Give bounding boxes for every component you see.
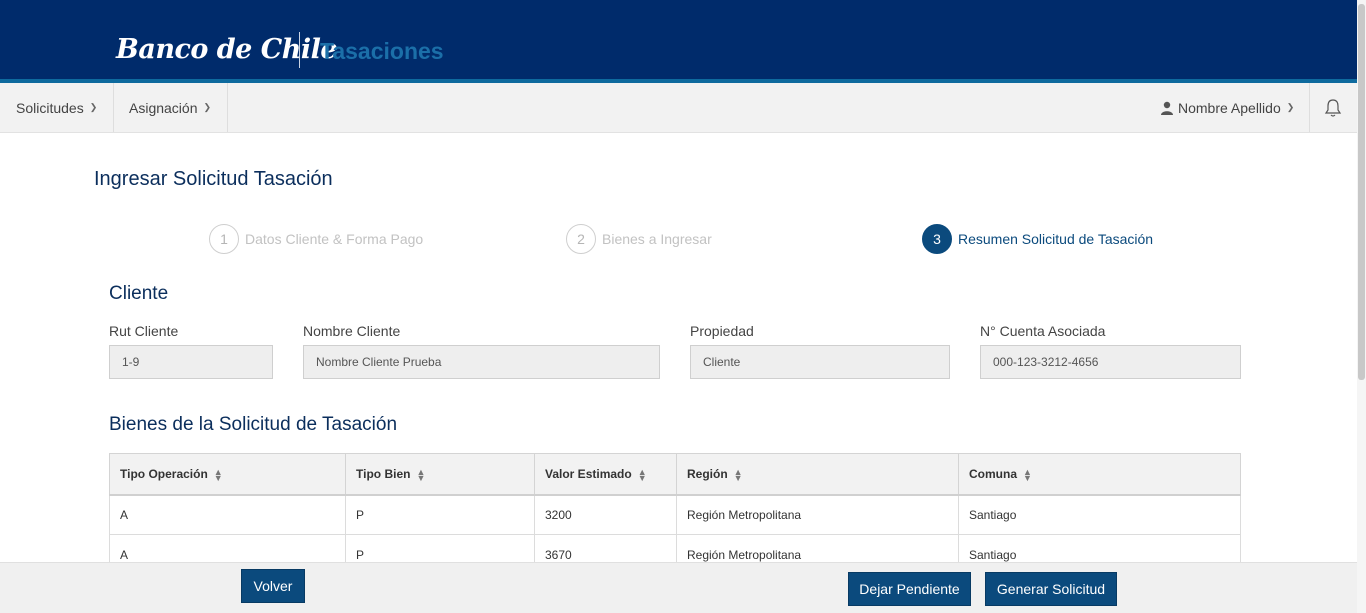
step-2: 2 Bienes a Ingresar: [566, 224, 712, 254]
bienes-table: Tipo Operación ▲ ▼ Tipo Bien ▲ ▼ Valor Estim…: [109, 453, 1241, 575]
user-name: Nombre Apellido: [1178, 99, 1281, 116]
table-header-row: Tipo Operación ▲ ▼ Tipo Bien ▲ ▼ Valor Estim…: [109, 453, 1241, 496]
nombre-cliente-field[interactable]: Nombre Cliente Prueba: [303, 345, 660, 379]
cell-comuna: Santiago: [958, 494, 1241, 535]
step-number: 3: [922, 224, 952, 254]
step-label: Bienes a Ingresar: [602, 231, 712, 247]
page-title: Ingresar Solicitud Tasación: [94, 168, 333, 190]
action-footer: Volver Dejar Pendiente Generar Solicitud: [0, 562, 1357, 613]
top-header: Banco de Chile Tasaciones: [0, 0, 1357, 83]
user-menu[interactable]: Nombre Apellido ❯: [1160, 83, 1294, 132]
step-1: 1 Datos Cliente & Forma Pago: [209, 224, 423, 254]
step-label: Resumen Solicitud de Tasación: [958, 231, 1154, 247]
nav-solicitudes-label: Solicitudes: [16, 99, 84, 116]
rut-cliente-label: Rut Cliente: [109, 323, 179, 339]
step-label: Datos Cliente & Forma Pago: [245, 231, 424, 247]
app-title: Tasaciones: [320, 38, 444, 64]
column-header-region[interactable]: Región ▲ ▼: [676, 453, 959, 496]
nav-solicitudes[interactable]: Solicitudes ❯: [16, 83, 97, 132]
bell-icon[interactable]: [1324, 98, 1342, 118]
chevron-down-icon: ❯: [203, 102, 212, 112]
nav-divider: [227, 83, 228, 132]
cell-region: Región Metropolitana: [676, 494, 959, 535]
propiedad-label: Propiedad: [690, 323, 754, 339]
column-header-valor-estimado[interactable]: Valor Estimado ▲ ▼: [534, 453, 677, 496]
sort-icon[interactable]: ▲ ▼: [1023, 467, 1032, 482]
page-scrollbar-thumb[interactable]: [1358, 4, 1365, 380]
chevron-down-icon: ❯: [1286, 102, 1295, 112]
generar-solicitud-button[interactable]: Generar Solicitud: [985, 572, 1117, 606]
nav-divider: [113, 83, 114, 132]
step-number: 1: [209, 224, 239, 254]
cuenta-asociada-field[interactable]: 000-123-3212-4656: [980, 345, 1241, 379]
bienes-section-title: Bienes de la Solicitud de Tasación: [109, 414, 398, 435]
main-navbar: Solicitudes ❯ Asignación ❯ Nombre Apelli…: [0, 83, 1357, 133]
nav-divider: [1309, 83, 1310, 132]
step-number: 2: [566, 224, 596, 254]
bank-logo: Banco de Chile: [116, 34, 338, 65]
rut-cliente-field[interactable]: 1-9: [109, 345, 273, 379]
volver-button[interactable]: Volver: [241, 569, 305, 603]
cell-tipo-bien: P: [345, 494, 535, 535]
sort-icon[interactable]: ▲ ▼: [416, 467, 425, 482]
cell-tipo-operacion: A: [109, 494, 346, 535]
nav-asignacion-label: Asignación: [129, 99, 198, 116]
cliente-section-title: Cliente: [109, 283, 169, 304]
step-3: 3 Resumen Solicitud de Tasación: [922, 224, 1153, 254]
logo-divider: [299, 32, 300, 68]
cell-valor-estimado: 3200: [534, 494, 677, 535]
table-row: A P 3200 Región Metropolitana Santiago: [109, 494, 1241, 535]
column-header-tipo-operacion[interactable]: Tipo Operación ▲ ▼: [109, 453, 346, 496]
user-icon: [1161, 101, 1173, 115]
sort-icon[interactable]: ▲ ▼: [638, 467, 647, 482]
column-header-comuna[interactable]: Comuna ▲ ▼: [958, 453, 1241, 496]
column-header-tipo-bien[interactable]: Tipo Bien ▲ ▼: [345, 453, 535, 496]
sort-icon[interactable]: ▲ ▼: [734, 467, 743, 482]
propiedad-field[interactable]: Cliente: [690, 345, 950, 379]
dejar-pendiente-button[interactable]: Dejar Pendiente: [848, 572, 971, 606]
chevron-down-icon: ❯: [89, 102, 98, 112]
nav-asignacion[interactable]: Asignación ❯: [129, 83, 211, 132]
sort-icon[interactable]: ▲ ▼: [214, 467, 223, 482]
cuenta-asociada-label: N° Cuenta Asociada: [980, 323, 1106, 339]
nombre-cliente-label: Nombre Cliente: [303, 323, 401, 339]
